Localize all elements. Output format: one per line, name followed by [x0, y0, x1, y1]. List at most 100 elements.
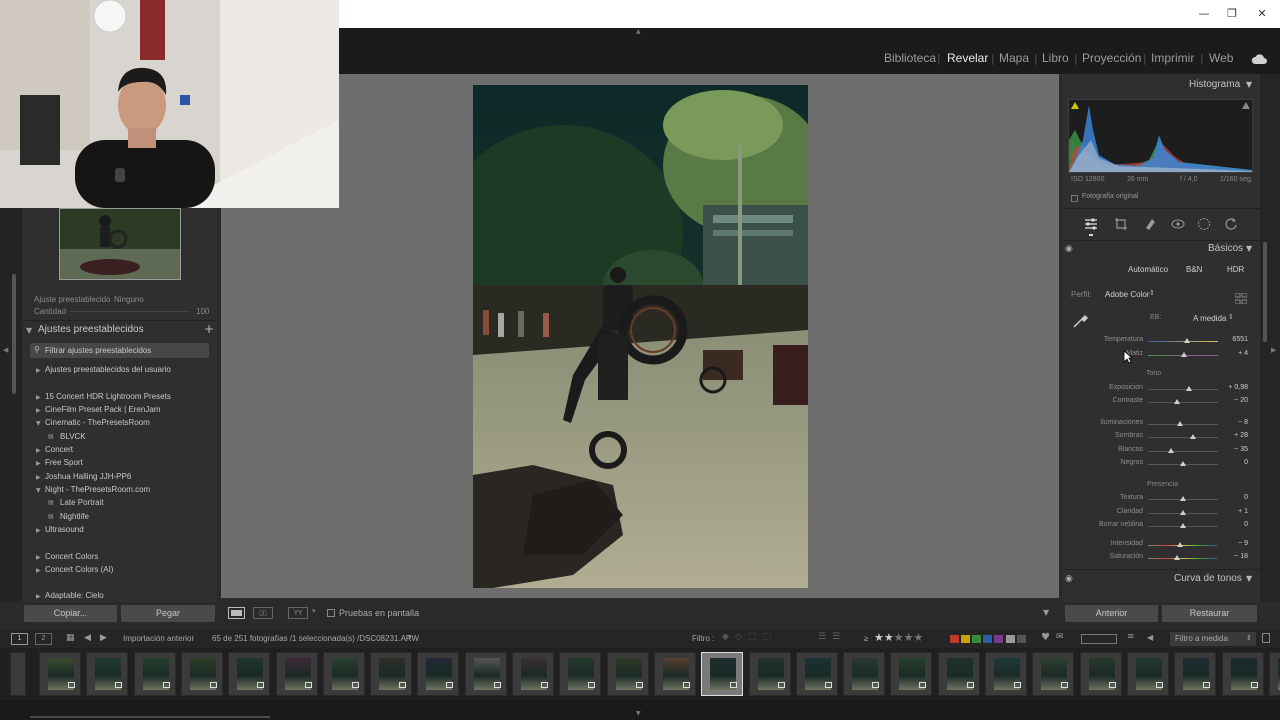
filmstrip-thumbnail[interactable]: [843, 652, 886, 696]
slider-value[interactable]: + 28: [1218, 432, 1248, 439]
collapsed-triangle-icon[interactable]: ▶: [36, 554, 41, 561]
slider-knob[interactable]: [1180, 496, 1186, 501]
filmstrip-thumbnail[interactable]: [180, 652, 223, 696]
expanded-triangle-icon[interactable]: ▼: [36, 420, 41, 427]
filter-dropdown[interactable]: Filtro a medida ⇕: [1170, 632, 1256, 646]
collapsed-triangle-icon[interactable]: ▶: [36, 367, 41, 374]
healing-icon[interactable]: [1143, 216, 1157, 235]
preset-folder[interactable]: ▶ Concert: [32, 445, 212, 456]
slider-knob[interactable]: [1176, 542, 1183, 547]
color-filter-custom[interactable]: [1006, 635, 1015, 643]
filmstrip-thumbnail[interactable]: [39, 652, 81, 696]
collapsed-triangle-icon[interactable]: ▶: [36, 447, 41, 454]
back-arrow-icon[interactable]: ◀: [84, 633, 91, 643]
presets-section-title[interactable]: Ajustes preestablecidos: [38, 324, 144, 335]
slider-value[interactable]: − 20: [1218, 397, 1248, 404]
filter-arrow-icon[interactable]: ◀: [1147, 633, 1153, 642]
slider-track[interactable]: [1148, 389, 1218, 390]
module-proyeccion[interactable]: Proyección: [1082, 51, 1141, 65]
tone-curve-eye-icon[interactable]: ◉: [1065, 574, 1073, 584]
preset-folder[interactable]: ▶ CineFilm Preset Pack | ErenJam: [32, 405, 212, 416]
forward-arrow-icon[interactable]: ▶: [100, 633, 107, 643]
kind-filter-icons[interactable]: [1081, 634, 1117, 644]
color-filter-yellow[interactable]: [961, 635, 970, 643]
collapsed-triangle-icon[interactable]: ▶: [36, 394, 41, 401]
basics-title[interactable]: Básicos: [1208, 243, 1243, 254]
slider-value[interactable]: 0: [1218, 459, 1248, 466]
preset-folder[interactable]: ▶ Adaptable: Cielo: [32, 591, 212, 602]
slider-knob[interactable]: [1174, 399, 1181, 404]
slider-value[interactable]: + 4: [1218, 350, 1248, 357]
filmstrip-thumbnail[interactable]: [1126, 652, 1169, 696]
cloud-icon[interactable]: [1251, 50, 1267, 69]
comment-icon[interactable]: ✉: [1056, 632, 1064, 642]
highlight-clipping-icon[interactable]: [1242, 102, 1250, 109]
edit-sliders-icon[interactable]: [1084, 216, 1098, 235]
collapse-basics-icon[interactable]: ▼: [1246, 244, 1252, 253]
histogram-title[interactable]: Histograma: [1189, 79, 1240, 90]
before-after-dropdown-icon[interactable]: ▾: [312, 607, 316, 615]
filmstrip-thumbnail[interactable]: [606, 652, 649, 696]
preset-folder[interactable]: ▶ Ajustes preestablecidos del usuario: [32, 365, 212, 376]
left-scrollbar[interactable]: [12, 274, 16, 394]
navigator-thumbnail[interactable]: [59, 208, 181, 280]
preset-folder[interactable]: ▼ Night - ThePresetsRoom.com: [32, 485, 212, 496]
filmstrip-thumbnail[interactable]: [890, 652, 933, 696]
filmstrip-thumbnail[interactable]: [512, 652, 554, 696]
loupe-view-icon[interactable]: [228, 607, 245, 619]
filmstrip-thumbnail[interactable]: [464, 652, 507, 696]
filmstrip-thumbnail[interactable]: [228, 652, 271, 696]
preset-item[interactable]: ▤ BLVCK: [32, 432, 212, 443]
slider-knob[interactable]: [1177, 421, 1184, 426]
dropdown-arrows-icon[interactable]: ⇕: [1149, 289, 1155, 297]
filmstrip-thumbnail[interactable]: [653, 652, 696, 696]
preset-folder[interactable]: ▶ 15 Concert HDR Lightroom Presets: [32, 392, 212, 403]
collapse-histogram-icon[interactable]: ▼: [1246, 80, 1252, 89]
filmstrip-thumbnail[interactable]: [748, 652, 791, 696]
expanded-triangle-icon[interactable]: ▼: [36, 487, 41, 494]
module-libro[interactable]: Libro: [1042, 51, 1069, 65]
add-preset-icon[interactable]: +: [204, 322, 214, 336]
profile-browser-icon[interactable]: [1234, 289, 1248, 305]
preset-folder[interactable]: ▼ Cinematic - ThePresetsRoom: [32, 418, 212, 429]
previous-button[interactable]: Anterior: [1065, 605, 1158, 622]
collapse-top-icon[interactable]: ▲: [636, 28, 644, 35]
filmstrip-thumbnail[interactable]: [370, 652, 413, 696]
collapse-tone-curve-icon[interactable]: ▼: [1246, 574, 1252, 583]
slider-knob[interactable]: [1173, 555, 1180, 560]
filmstrip-thumbnail[interactable]: [1079, 652, 1122, 696]
slider-knob[interactable]: [1168, 448, 1175, 453]
wb-dropdown-arrows-icon[interactable]: ⇕: [1228, 313, 1234, 321]
edit-filter-icons[interactable]: ☰☰: [818, 632, 846, 642]
color-filter-red[interactable]: [950, 635, 959, 643]
preset-folder[interactable]: ▶ Ultrasound: [32, 525, 212, 536]
hdr-button[interactable]: HDR: [1227, 265, 1244, 274]
toolbar-options-icon[interactable]: ▼: [1043, 608, 1049, 617]
module-biblioteca[interactable]: Biblioteca: [884, 51, 936, 65]
histogram[interactable]: [1068, 99, 1253, 173]
shadow-clipping-icon[interactable]: [1071, 102, 1079, 109]
reset-icon[interactable]: [1224, 216, 1238, 235]
expand-right-icon[interactable]: ▶: [1271, 346, 1276, 354]
filter-lock-icon[interactable]: [1262, 633, 1270, 643]
red-eye-icon[interactable]: [1171, 216, 1185, 235]
slider-track[interactable]: [1148, 402, 1218, 403]
collapsed-triangle-icon[interactable]: ▶: [36, 460, 41, 467]
collapsed-triangle-icon[interactable]: ▶: [36, 407, 41, 414]
expand-left-icon[interactable]: ◀: [3, 346, 8, 354]
color-filter-purple[interactable]: [994, 635, 1003, 643]
slider-knob[interactable]: [1181, 352, 1188, 357]
secondary-window-button[interactable]: 2: [35, 633, 52, 645]
slider-value[interactable]: + 0,98: [1218, 384, 1248, 391]
minimize-icon[interactable]: —: [1190, 4, 1218, 24]
preset-folder[interactable]: ▶ Joshua Halling JJH-PP6: [32, 472, 212, 483]
slider-knob[interactable]: [1183, 338, 1190, 343]
collapse-presets-icon[interactable]: ▼: [26, 326, 32, 335]
filmstrip-thumbnail[interactable]: [10, 652, 26, 696]
slider-value[interactable]: 6551: [1218, 336, 1248, 343]
stars-operator[interactable]: ≥: [864, 634, 868, 643]
filmstrip-thumbnail[interactable]: [559, 652, 602, 696]
slider-track[interactable]: [1148, 437, 1218, 438]
slider-value[interactable]: − 8: [1218, 419, 1248, 426]
filmstrip-thumbnail[interactable]: [985, 652, 1027, 696]
